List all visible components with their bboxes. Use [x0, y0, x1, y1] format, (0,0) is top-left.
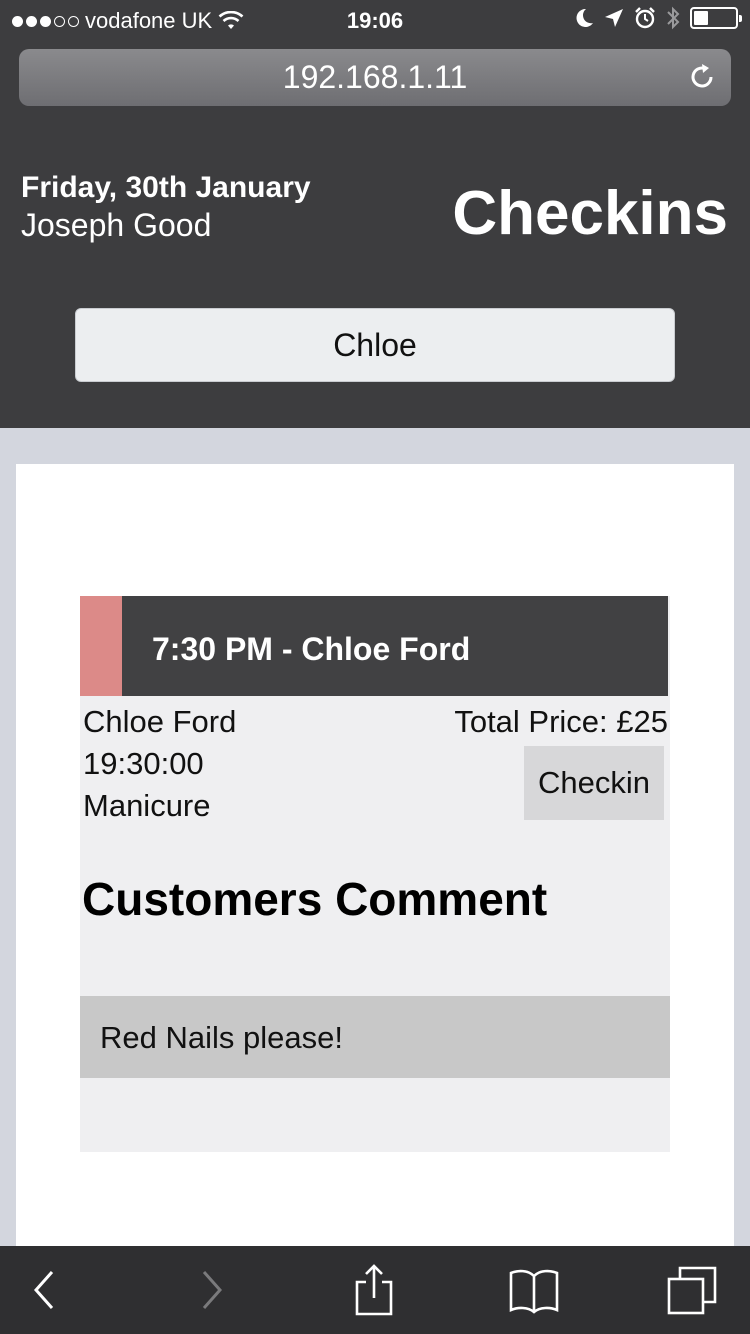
appointment-card: 7:30 PM - Chloe Ford Chloe Ford 19:30:00…: [80, 596, 670, 1152]
page-title: Checkins: [452, 179, 728, 248]
alarm-icon: [635, 7, 655, 29]
location-icon: [605, 9, 623, 27]
back-icon[interactable]: [20, 1264, 72, 1316]
appointment-status-accent: [80, 596, 122, 696]
comment-text: Red Nails please!: [100, 1020, 343, 1055]
status-bar: vodafone UK 19:06: [0, 0, 750, 42]
address-bar[interactable]: 192.168.1.11: [19, 49, 731, 106]
service-name: Manicure: [83, 788, 211, 823]
tabs-icon[interactable]: [666, 1264, 718, 1316]
user-name: Joseph Good: [21, 207, 212, 243]
bluetooth-icon: [667, 6, 680, 30]
status-right: [574, 6, 742, 30]
customer-name: Chloe Ford: [83, 704, 237, 739]
comment-box: Red Nails please!: [80, 996, 670, 1078]
checkin-button[interactable]: Checkin: [524, 746, 664, 820]
bookmarks-icon[interactable]: [508, 1264, 560, 1316]
total-price: Total Price: £25: [454, 704, 668, 739]
appointment-header: 7:30 PM - Chloe Ford: [80, 596, 668, 696]
forward-icon[interactable]: [186, 1264, 238, 1316]
appointment-title: 7:30 PM - Chloe Ford: [152, 631, 471, 667]
battery-icon: [690, 7, 742, 29]
browser-toolbar: [0, 1246, 750, 1334]
moon-icon: [576, 8, 593, 27]
reload-icon[interactable]: [687, 62, 717, 92]
url-text: 192.168.1.11: [282, 59, 468, 95]
current-date: Friday, 30th January: [21, 171, 311, 204]
app-header: vodafone UK 19:06 192.168.1.11 Friday, 3…: [0, 0, 750, 428]
appointment-time: 19:30:00: [83, 746, 204, 781]
customer-search-input[interactable]: Chloe: [75, 308, 675, 382]
share-icon[interactable]: [348, 1264, 400, 1316]
comment-heading: Customers Comment: [82, 873, 548, 925]
